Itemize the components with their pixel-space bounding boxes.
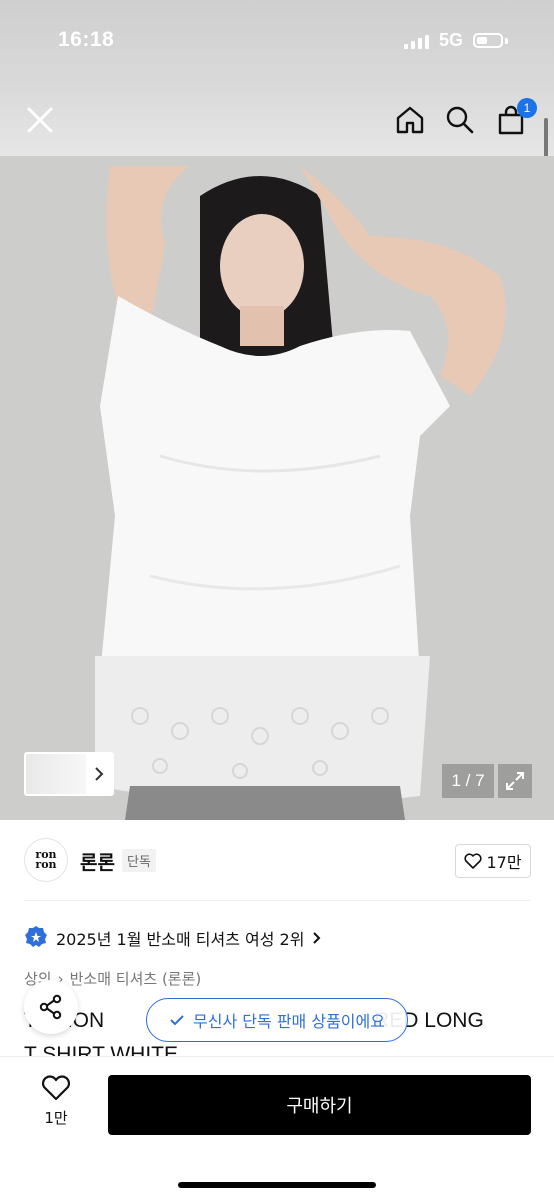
- cart-badge: 1: [517, 98, 537, 118]
- heart-icon: [41, 1075, 71, 1101]
- breadcrumb-child[interactable]: 반소매 티셔츠 (론론): [70, 968, 202, 989]
- expand-icon: [506, 772, 524, 790]
- network-label: 5G: [438, 30, 463, 50]
- product-like-count: 1만: [44, 1109, 68, 1127]
- top-nav: 1: [0, 84, 554, 156]
- close-icon: [27, 107, 53, 133]
- search-button[interactable]: [440, 100, 480, 140]
- status-time: 16:18: [58, 28, 115, 51]
- status-bar: 16:18 5G: [0, 0, 554, 84]
- ranking-text: 2025년 1월 반소매 티셔츠 여성 2위: [56, 930, 305, 949]
- brand-like-button[interactable]: 17만: [455, 844, 531, 878]
- battery-tip: [505, 37, 508, 44]
- exclusive-notice-text: 무신사 단독 판매 상품이에요: [193, 1012, 385, 1031]
- brand-like-count: 17만: [486, 853, 522, 872]
- thumbnail-strip-button[interactable]: [24, 752, 114, 796]
- search-icon: [446, 106, 474, 134]
- brand-row: ron ron 론론 단독 17만: [0, 820, 554, 900]
- signal-icon: [403, 33, 429, 49]
- exclusive-notice: 무신사 단독 판매 상품이에요: [146, 998, 408, 1042]
- brand-exclusive-tag: 단독: [122, 849, 156, 872]
- close-button[interactable]: [20, 100, 60, 140]
- cart-button[interactable]: 1: [491, 98, 537, 140]
- bottom-action-bar: 1만 구매하기: [0, 1056, 554, 1201]
- status-indicators: 5G: [403, 30, 508, 51]
- check-icon: [170, 1015, 184, 1026]
- ranking-link[interactable]: 2025년 1월 반소매 티셔츠 여성 2위: [24, 924, 322, 952]
- home-indicator: [178, 1182, 376, 1188]
- buy-button[interactable]: 구매하기: [108, 1075, 531, 1135]
- brand-logo[interactable]: ron ron: [24, 838, 68, 882]
- chevron-right-icon: [313, 932, 321, 944]
- thumbnail-image: [26, 754, 86, 794]
- ranking-badge-icon: [25, 926, 47, 947]
- product-like-button[interactable]: 1만: [28, 1075, 84, 1139]
- home-icon: [396, 106, 424, 134]
- share-button[interactable]: [24, 980, 78, 1034]
- expand-button[interactable]: [498, 764, 532, 798]
- home-button[interactable]: [390, 100, 430, 140]
- product-image[interactable]: 1 / 7: [0, 156, 554, 820]
- chevron-right-icon: [86, 766, 112, 782]
- image-counter: 1 / 7: [442, 764, 494, 798]
- battery-icon: [473, 33, 503, 48]
- heart-icon: [464, 853, 482, 869]
- product-photo-illustration: [0, 156, 554, 820]
- brand-name[interactable]: 론론: [80, 848, 115, 875]
- share-icon: [39, 994, 62, 1020]
- divider: [24, 900, 530, 901]
- product-title-line2: T SHIRT WHITE: [24, 1043, 179, 1057]
